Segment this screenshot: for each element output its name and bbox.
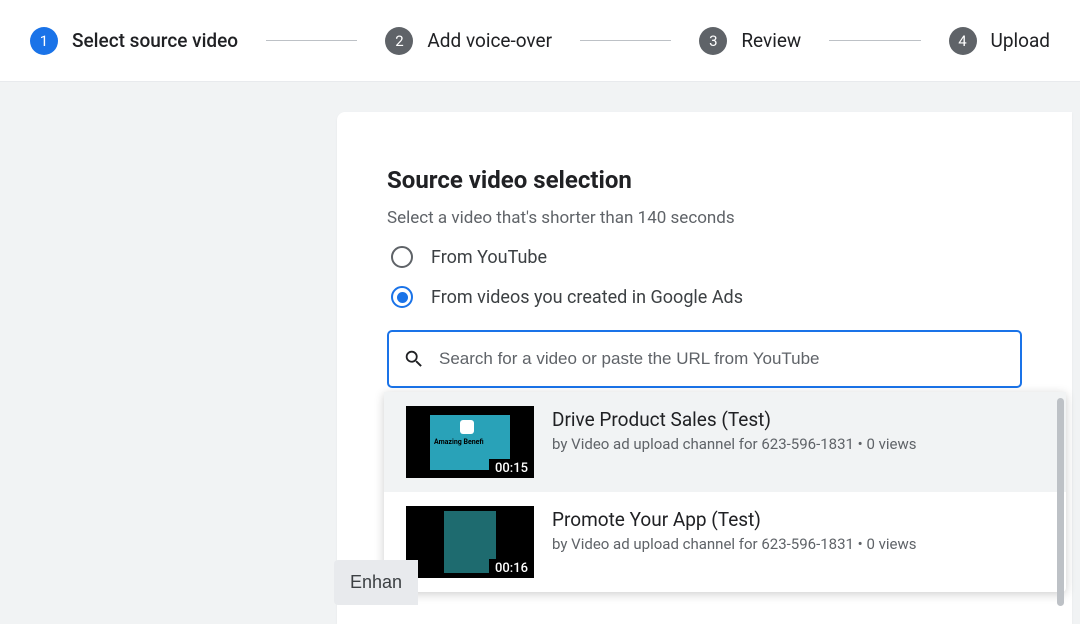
source-radio-group: From YouTube From videos you created in … bbox=[387, 246, 1022, 308]
video-info: Drive Product Sales (Test) by Video ad u… bbox=[552, 406, 1044, 453]
step-connector bbox=[266, 40, 357, 41]
video-duration-badge: 00:15 bbox=[489, 459, 534, 478]
card-subtitle: Select a video that's shorter than 140 s… bbox=[387, 208, 1022, 228]
step-3-circle: 3 bbox=[699, 27, 727, 55]
radio-google-ads-label: From videos you created in Google Ads bbox=[431, 287, 743, 308]
video-meta: by Video ad upload channel for 623-596-1… bbox=[552, 435, 1044, 453]
step-2[interactable]: 2 Add voice-over bbox=[385, 27, 552, 55]
step-4[interactable]: 4 Upload bbox=[949, 27, 1051, 55]
radio-from-google-ads[interactable]: From videos you created in Google Ads bbox=[387, 286, 1022, 308]
step-4-circle: 4 bbox=[949, 27, 977, 55]
video-thumbnail: 00:16 bbox=[406, 506, 534, 578]
radio-checked-icon bbox=[391, 286, 413, 308]
step-connector bbox=[580, 40, 671, 41]
video-result-item[interactable]: 00:16 Promote Your App (Test) by Video a… bbox=[384, 492, 1066, 592]
step-3[interactable]: 3 Review bbox=[699, 27, 801, 55]
video-title: Promote Your App (Test) bbox=[552, 508, 1044, 531]
step-connector bbox=[829, 40, 920, 41]
card-title: Source video selection bbox=[387, 166, 1022, 194]
step-3-label: Review bbox=[741, 29, 801, 52]
step-1-circle: 1 bbox=[30, 27, 58, 55]
search-icon bbox=[403, 348, 425, 370]
step-4-label: Upload bbox=[991, 29, 1051, 52]
scrollbar[interactable] bbox=[1057, 398, 1064, 606]
enhance-button[interactable]: Enhan bbox=[334, 560, 418, 605]
video-results-dropdown: Amazing Benefi 00:15 Drive Product Sales… bbox=[384, 392, 1066, 592]
video-title: Drive Product Sales (Test) bbox=[552, 408, 1044, 431]
video-duration-badge: 00:16 bbox=[489, 559, 534, 578]
step-1-label: Select source video bbox=[72, 29, 238, 52]
video-info: Promote Your App (Test) by Video ad uplo… bbox=[552, 506, 1044, 553]
video-result-item[interactable]: Amazing Benefi 00:15 Drive Product Sales… bbox=[384, 392, 1066, 492]
radio-youtube-label: From YouTube bbox=[431, 247, 547, 268]
radio-unchecked-icon bbox=[391, 246, 413, 268]
video-thumbnail: Amazing Benefi 00:15 bbox=[406, 406, 534, 478]
video-meta: by Video ad upload channel for 623-596-1… bbox=[552, 535, 1044, 553]
video-search-box[interactable] bbox=[387, 330, 1022, 388]
radio-from-youtube[interactable]: From YouTube bbox=[387, 246, 1022, 268]
step-2-circle: 2 bbox=[385, 27, 413, 55]
step-2-label: Add voice-over bbox=[427, 29, 552, 52]
source-video-card: Source video selection Select a video th… bbox=[337, 112, 1072, 624]
page-canvas: Source video selection Select a video th… bbox=[0, 82, 1080, 624]
stepper-bar: 1 Select source video 2 Add voice-over 3… bbox=[0, 0, 1080, 82]
video-search-input[interactable] bbox=[439, 349, 1006, 369]
step-1[interactable]: 1 Select source video bbox=[30, 27, 238, 55]
